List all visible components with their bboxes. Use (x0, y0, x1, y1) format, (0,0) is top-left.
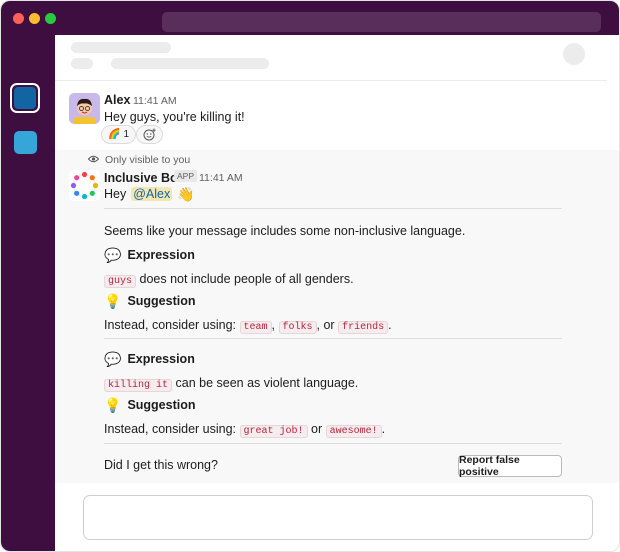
workspace-icon-active[interactable] (10, 83, 40, 113)
expression-label: Expression (127, 352, 195, 366)
suggestion-heading: 💡 Suggestion (104, 398, 196, 412)
bot-author[interactable]: Inclusive Bot (104, 171, 182, 185)
bot-greeting: Hey @Alex 👋 (104, 187, 195, 201)
expression-heading: 💬 Expression (104, 248, 195, 262)
greeting-text: Hey (104, 187, 127, 201)
zoom-window-button[interactable] (45, 13, 56, 24)
suggestion-label: Suggestion (127, 294, 196, 308)
title-bar (1, 1, 619, 35)
rainbow-emoji: 🌈 (108, 129, 121, 140)
avatar[interactable] (69, 93, 100, 124)
reaction-count: 1 (123, 129, 130, 140)
message-timestamp[interactable]: 11:41 AM (133, 95, 177, 107)
visibility-note: Only visible to you (87, 154, 191, 166)
alternative: team (239, 321, 272, 334)
eye-icon (87, 154, 100, 166)
flagged-term: guys (104, 275, 137, 288)
separator: or (311, 422, 323, 436)
separator: . (388, 318, 392, 332)
header-divider (55, 80, 607, 81)
expression-heading: 💬 Expression (104, 352, 195, 366)
lightbulb-icon: 💡 (104, 293, 122, 309)
explanation: does not include people of all genders. (139, 272, 354, 286)
reaction-pill[interactable]: 🌈 1 (101, 125, 137, 144)
alternative: great job! (239, 425, 308, 438)
intro-text: Seems like your message includes some no… (104, 224, 466, 238)
channel-view: Alex 11:41 AM Hey guys, you're killing i… (55, 35, 619, 551)
suggestion-text: Instead, consider using: great job! or a… (104, 422, 386, 438)
message-author[interactable]: Alex (104, 93, 130, 107)
suggestion-heading: 💡 Suggestion (104, 294, 196, 308)
message-composer[interactable] (83, 495, 593, 540)
divider (104, 208, 562, 209)
divider (104, 443, 562, 444)
message-inclusive-bot: Only visible to you Inclusive Bot APP 11… (55, 150, 619, 483)
separator: , (271, 318, 276, 332)
suggestion-prefix: Instead, consider using: (104, 422, 237, 436)
separator: , or (316, 318, 335, 332)
speech-bubble-icon: 💬 (104, 351, 122, 367)
bot-timestamp[interactable]: 11:41 AM (199, 172, 243, 184)
workspace-sidebar (1, 35, 55, 551)
expression-text: killing it can be seen as violent langua… (104, 376, 359, 392)
expression-label: Expression (127, 248, 195, 262)
suggestion-label: Suggestion (127, 398, 196, 412)
header-skeleton-topic (111, 58, 269, 69)
header-skeleton-avatar (563, 43, 585, 65)
lightbulb-icon: 💡 (104, 397, 122, 413)
app-badge: APP (174, 170, 198, 182)
explanation: can be seen as violent language. (175, 376, 359, 390)
user-mention[interactable]: @Alex (131, 187, 173, 201)
alternative: awesome! (325, 425, 382, 438)
alternative: folks (278, 321, 317, 334)
search-bar[interactable] (162, 12, 601, 32)
add-reaction-icon[interactable] (136, 125, 163, 144)
header-skeleton-title (71, 42, 171, 53)
wave-emoji: 👋 (177, 186, 195, 202)
visibility-text: Only visible to you (105, 154, 191, 166)
message-alex: Alex 11:41 AM Hey guys, you're killing i… (55, 88, 619, 150)
report-false-positive-button[interactable]: Report false positive (458, 454, 562, 478)
divider (104, 338, 562, 339)
bot-avatar[interactable] (69, 170, 100, 201)
message-text: Hey guys, you're killing it! (104, 110, 245, 124)
flagged-term: killing it (104, 379, 173, 392)
workspace-icon[interactable] (14, 131, 37, 154)
alternative: friends (338, 321, 389, 334)
close-window-button[interactable] (13, 13, 24, 24)
minimize-window-button[interactable] (29, 13, 40, 24)
expression-text: guys does not include people of all gend… (104, 272, 354, 288)
suggestion-prefix: Instead, consider using: (104, 318, 237, 332)
app-window: Alex 11:41 AM Hey guys, you're killing i… (0, 0, 620, 552)
separator: . (381, 422, 386, 436)
header-skeleton-icon (71, 58, 93, 69)
suggestion-text: Instead, consider using: team, folks, or… (104, 318, 392, 334)
speech-bubble-icon: 💬 (104, 247, 122, 263)
feedback-question: Did I get this wrong? (104, 458, 218, 472)
